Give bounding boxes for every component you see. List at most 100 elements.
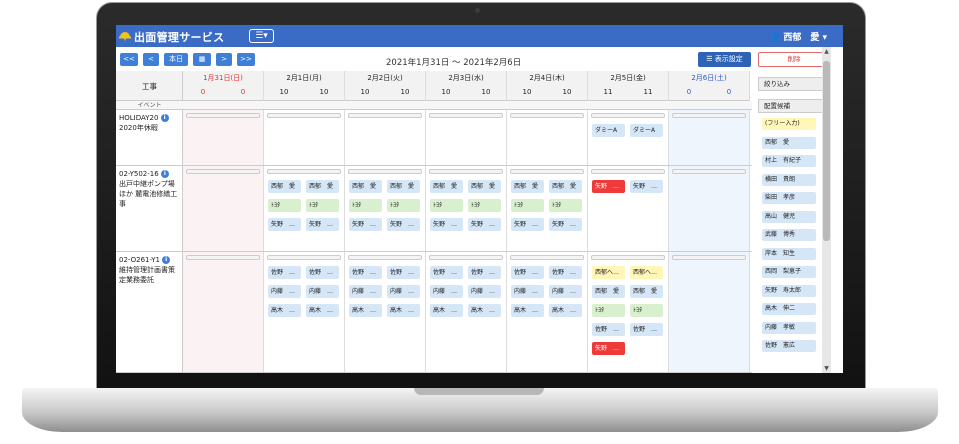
project-name-cell[interactable]: HOLIDAY20 i 2020年休暇	[116, 110, 183, 165]
worker-chip[interactable]: ﾄﾖﾀ	[387, 199, 420, 212]
worker-chip[interactable]: 西郁 愛	[630, 285, 663, 298]
worker-chip[interactable]: 佐野 …	[306, 266, 339, 279]
info-icon[interactable]: i	[162, 256, 171, 264]
candidate-item[interactable]: 横田 貴朗	[762, 173, 816, 186]
candidate-item[interactable]: 柴田 孝彦	[762, 192, 816, 204]
worker-chip[interactable]: 矢野 …	[387, 218, 420, 231]
worker-chip[interactable]: 西郁 愛	[430, 180, 463, 193]
candidate-item[interactable]: 高山 健児	[762, 210, 816, 223]
worker-chip[interactable]: 佐野 …	[349, 266, 382, 279]
day-cell[interactable]: 西郁 愛西郁 愛 ﾄﾖﾀ ﾄﾖﾀ 矢野 … 矢野 …	[264, 166, 345, 251]
worker-chip[interactable]: 西郁 愛	[511, 180, 544, 193]
worker-chip[interactable]: 矢野 …	[468, 218, 501, 231]
prev-day-button[interactable]: <	[143, 53, 159, 66]
worker-chip[interactable]: 矢野 …	[430, 218, 463, 231]
worker-chip[interactable]: 高木 …	[306, 304, 339, 317]
day-cell[interactable]: 佐野 … 佐野 … 内藤 … 内藤 … 高木 … 高木 …	[426, 252, 507, 372]
candidate-item[interactable]: 武藤 博秀	[762, 229, 816, 241]
candidate-item[interactable]: 佐野 憲広	[762, 340, 816, 352]
worker-chip[interactable]: ﾄﾖﾀ	[511, 199, 544, 212]
worker-chip[interactable]: 西郁 愛	[349, 180, 382, 193]
next-day-button[interactable]: >	[216, 53, 232, 66]
day-cell[interactable]	[183, 252, 264, 372]
project-name-cell[interactable]: 02-O261-Y1 i 維持管理計画書策定業務委託	[116, 252, 183, 372]
worker-chip[interactable]: 高木 …	[268, 304, 301, 317]
worker-chip[interactable]: 佐野 …	[549, 266, 582, 279]
candidate-item[interactable]: 西岡 梨恵子	[762, 266, 816, 278]
worker-chip[interactable]: 高木 …	[430, 304, 463, 317]
worker-chip[interactable]: 高木 …	[349, 304, 382, 317]
worker-chip[interactable]: 西郁 愛	[387, 180, 420, 193]
worker-chip[interactable]: 矢野 …	[268, 218, 301, 231]
day-cell[interactable]	[669, 166, 750, 251]
worker-chip[interactable]: 西郁 愛	[268, 180, 301, 193]
day-cell[interactable]: 西郁へ… 西郁へ… 西郁 愛西郁 愛 ﾄﾖﾀ ﾄﾖﾀ 佐野 … 佐野 … 矢野 …	[588, 252, 669, 372]
delete-button[interactable]: 削除	[758, 52, 830, 67]
worker-chip[interactable]: ﾄﾖﾀ	[268, 199, 301, 212]
day-cell[interactable]: 矢野 … 矢野 …	[588, 166, 669, 251]
worker-chip[interactable]: 佐野 …	[430, 266, 463, 279]
worker-chip[interactable]: ﾄﾖﾀ	[549, 199, 582, 212]
today-button[interactable]: 本日	[164, 53, 188, 66]
project-name-cell[interactable]: 02-Y502-16 i 出戸中継ポンプ場ほか 麓電池修繕工事	[116, 166, 183, 251]
worker-chip[interactable]: 矢野 …	[349, 218, 382, 231]
day-cell[interactable]: 西郁 愛西郁 愛 ﾄﾖﾀ ﾄﾖﾀ 矢野 … 矢野 …	[345, 166, 426, 251]
worker-chip[interactable]: 西郁へ…	[630, 266, 663, 279]
worker-chip[interactable]: 佐野 …	[268, 266, 301, 279]
day-cell[interactable]: ダミーA ダミーA	[588, 110, 669, 165]
day-cell[interactable]	[183, 110, 264, 165]
worker-chip[interactable]: ﾄﾖﾀ	[306, 199, 339, 212]
worker-chip[interactable]: 高木 …	[511, 304, 544, 317]
worker-chip[interactable]: 佐野 …	[630, 323, 663, 336]
scroll-down-icon[interactable]: ▼	[822, 364, 831, 373]
info-icon[interactable]: i	[160, 170, 169, 178]
worker-chip[interactable]: 西郁 愛	[468, 180, 501, 193]
day-cell[interactable]: 西郁 愛西郁 愛 ﾄﾖﾀ ﾄﾖﾀ 矢野 … 矢野 …	[507, 166, 588, 251]
next-week-button[interactable]: >>	[237, 53, 255, 66]
scroll-thumb[interactable]	[823, 61, 830, 241]
day-cell[interactable]: 佐野 … 佐野 … 内藤 … 内藤 … 高木 … 高木 …	[507, 252, 588, 372]
worker-chip[interactable]: 内藤 …	[430, 285, 463, 298]
candidate-item[interactable]: 高木 伸二	[762, 303, 816, 315]
candidate-item[interactable]: 村上 有紀子	[762, 155, 816, 167]
worker-chip[interactable]: ﾄﾖﾀ	[630, 304, 663, 317]
worker-chip[interactable]: 西郁 愛	[306, 180, 339, 193]
worker-chip[interactable]: ﾄﾖﾀ	[430, 199, 463, 212]
worker-chip[interactable]: 矢野 …	[549, 218, 582, 231]
day-cell[interactable]: 佐野 … 佐野 … 内藤 … 内藤 … 高木 … 高木 …	[264, 252, 345, 372]
day-header[interactable]: 2月2日(火) 10 10	[345, 71, 426, 101]
scrollbar[interactable]: ▲ ▼	[822, 47, 831, 373]
day-cell[interactable]: 西郁 愛西郁 愛 ﾄﾖﾀ ﾄﾖﾀ 矢野 … 矢野 …	[426, 166, 507, 251]
day-header[interactable]: 2月4日(木) 10 10	[507, 71, 588, 101]
candidate-item[interactable]: 矢野 寿太郎	[762, 284, 816, 297]
display-settings-button[interactable]: ☰ 表示設定	[698, 52, 751, 67]
worker-chip[interactable]: 内藤 …	[306, 285, 339, 298]
scroll-up-icon[interactable]: ▲	[822, 47, 831, 56]
worker-chip[interactable]: 西郁へ…	[592, 266, 625, 279]
worker-chip[interactable]: 矢野 …	[511, 218, 544, 231]
day-cell[interactable]	[183, 166, 264, 251]
worker-chip[interactable]: 内藤 …	[549, 285, 582, 298]
day-cell[interactable]	[345, 110, 426, 165]
calendar-icon[interactable]: ▦	[193, 53, 211, 66]
user-menu[interactable]: 👤 西郁 愛 ▾	[770, 30, 827, 43]
worker-chip[interactable]: 高木 …	[387, 304, 420, 317]
worker-chip[interactable]: ﾄﾖﾀ	[468, 199, 501, 212]
worker-chip[interactable]: 西郁 愛	[549, 180, 582, 193]
day-header[interactable]: 2月1日(月) 10 10	[264, 71, 345, 101]
day-cell[interactable]	[669, 252, 750, 372]
worker-chip[interactable]: 矢野 …	[592, 180, 625, 193]
worker-chip[interactable]: ﾄﾖﾀ	[592, 304, 625, 317]
day-cell[interactable]	[426, 110, 507, 165]
worker-chip[interactable]: 矢野 …	[630, 180, 663, 193]
prev-week-button[interactable]: <<	[120, 53, 138, 66]
candidate-item[interactable]: 岸本 知生	[762, 247, 816, 260]
day-header[interactable]: 2月6日(土) 0 0	[669, 71, 750, 101]
day-cell[interactable]	[264, 110, 345, 165]
worker-chip[interactable]: 内藤 …	[387, 285, 420, 298]
worker-chip[interactable]: 佐野 …	[592, 323, 625, 336]
candidate-item[interactable]: (フリー入力)	[762, 118, 816, 130]
menu-button[interactable]: ☰▾	[249, 29, 274, 43]
worker-chip[interactable]: 内藤 …	[349, 285, 382, 298]
day-cell[interactable]	[507, 110, 588, 165]
